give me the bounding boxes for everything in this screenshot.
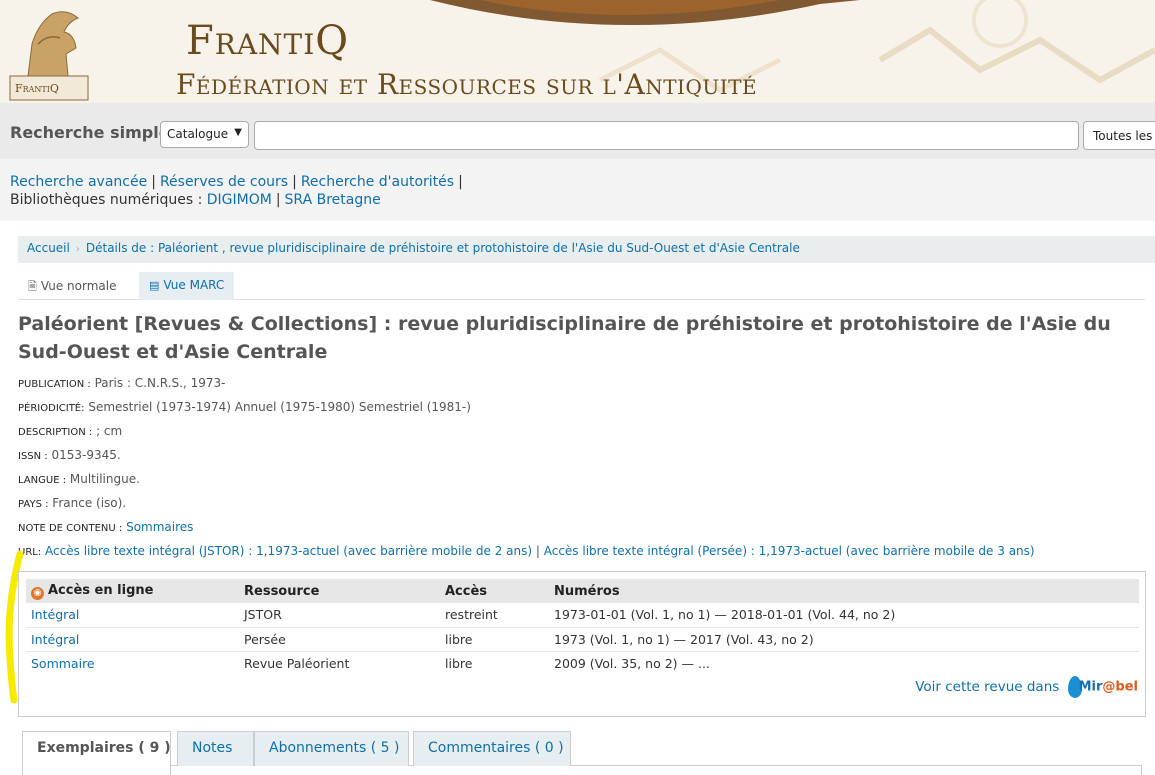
digital-libraries-label: Bibliothèques numériques :	[10, 192, 203, 208]
field-value: Multilingue.	[69, 472, 140, 486]
table-cell: JSTOR	[239, 603, 440, 628]
field-language: Langue : Multilingue.	[18, 472, 140, 486]
field-issn: ISSN : 0153-9345.	[18, 448, 121, 462]
field-value: Semestriel (1973-1974) Annuel (1975-1980…	[88, 400, 471, 414]
tab-subscriptions[interactable]: Abonnements ( 5 )	[254, 731, 409, 766]
contents-link[interactable]: Sommaires	[126, 520, 193, 534]
column-header: Ressource	[239, 579, 440, 603]
search-label: Recherche simple	[10, 123, 170, 142]
field-value: 0153-9345.	[51, 448, 121, 462]
catalog-select-value: Catalogue	[167, 127, 229, 141]
view-tabs: 🗎 Vue normale ▤ Vue MARC	[18, 272, 1145, 300]
field-publication: Publication : Paris : C.N.R.S., 1973-	[18, 376, 225, 390]
mirabel-logo-part: Mir	[1078, 679, 1103, 695]
table-cell: libre	[440, 627, 549, 652]
table-cell: Sommaire	[26, 651, 239, 675]
mirabel-link[interactable]: Voir cette revue dans Mir@bel	[915, 676, 1138, 698]
table-header-row: ◉ Accès en ligne Ressource Accès Numéros	[26, 579, 1139, 603]
field-value: Paris : C.N.R.S., 1973-	[94, 376, 226, 390]
table-cell: 2009 (Vol. 35, no 2) — ...	[554, 655, 710, 671]
sra-bretagne-link[interactable]: SRA Bretagne	[285, 192, 381, 208]
breadcrumb-home[interactable]: Accueil	[27, 241, 70, 255]
mirabel-logo: Mir@bel	[1067, 676, 1138, 698]
column-header-label: Accès en ligne	[48, 582, 154, 598]
breadcrumb-current[interactable]: Détails de : Paléorient , revue pluridis…	[86, 241, 800, 255]
table-cell: 1973 (Vol. 1, no 1) — 2017 (Vol. 43, no …	[549, 627, 1139, 652]
site-banner: FrantiQ FrantiQ Fédération et Ressources…	[0, 0, 1155, 103]
persee-access-link[interactable]: Accès libre texte intégral (Persée) : 1,…	[544, 544, 1035, 558]
field-label: Publication :	[18, 379, 91, 390]
field-description: Description : ; cm	[18, 424, 122, 438]
field-label: ISSN :	[18, 451, 48, 462]
search-bar: Recherche simple Catalogue ▼ Toutes les …	[0, 103, 1155, 159]
field-label: Description :	[18, 427, 93, 438]
online-access-table: ◉ Accès en ligne Ressource Accès Numéros …	[26, 579, 1139, 675]
table-cell: Intégral	[26, 603, 239, 628]
authority-search-link[interactable]: Recherche d'autorités	[301, 174, 454, 190]
table-cell: 1973-01-01 (Vol. 1, no 1) — 2018-01-01 (…	[549, 603, 1139, 628]
field-periodicity: Périodicité: Semestriel (1973-1974) Annu…	[18, 400, 471, 414]
table-row: Sommaire Revue Paléorient libre 2009 (Vo…	[26, 651, 1139, 675]
table-cell: Persée	[239, 627, 440, 652]
quick-links: Recherche avancée | Réserves de cours | Rech…	[0, 159, 1155, 221]
tab-normal-view[interactable]: 🗎 Vue normale	[18, 272, 127, 300]
site-title: FrantiQ	[186, 18, 350, 64]
tab-panel	[22, 765, 1142, 775]
breadcrumb: Accueil › Détails de : Paléorient , revue …	[18, 236, 1155, 263]
digimom-link[interactable]: DIGIMOM	[207, 192, 272, 208]
url-separator: |	[535, 544, 540, 558]
access-link[interactable]: Intégral	[31, 632, 79, 647]
field-label: Périodicité:	[18, 403, 85, 414]
logo-label: FrantiQ	[15, 82, 59, 95]
tab-notes[interactable]: Notes	[177, 731, 254, 766]
site-subtitle: Fédération et Ressources sur l'Antiquité	[176, 68, 758, 101]
field-url: URL: Accès libre texte intégral (JSTOR) …	[18, 544, 1035, 558]
access-link[interactable]: Sommaire	[31, 656, 95, 671]
record-title: Paléorient [Revues & Collections] : revu…	[18, 313, 1111, 363]
online-access-box: ◉ Accès en ligne Ressource Accès Numéros …	[18, 571, 1146, 717]
table-cell: Revue Paléorient	[244, 655, 350, 671]
access-link[interactable]: Intégral	[31, 607, 79, 622]
table-cell: restreint	[440, 603, 549, 628]
column-header: Numéros	[549, 579, 1139, 603]
breadcrumb-separator-icon: ›	[75, 244, 80, 255]
mirabel-link-text: Voir cette revue dans	[915, 679, 1060, 695]
list-icon: ▤	[149, 279, 160, 292]
tab-normal-view-label: Vue normale	[40, 279, 117, 293]
field-country: Pays : France (iso).	[18, 496, 126, 510]
field-label: Note de contenu :	[18, 523, 123, 534]
chevron-down-icon: ▼	[234, 127, 242, 138]
catalog-select[interactable]: Catalogue ▼	[160, 121, 249, 148]
field-value: ; cm	[96, 424, 123, 438]
table-cell: libre	[445, 655, 473, 671]
online-access-icon: ◉	[31, 586, 44, 600]
course-reserves-link[interactable]: Réserves de cours	[160, 174, 288, 190]
column-header: ◉ Accès en ligne	[26, 579, 239, 603]
tab-marc-view-label: Vue MARC	[163, 278, 225, 292]
field-label: Langue :	[18, 475, 67, 486]
mirabel-logo-part: @bel	[1102, 679, 1138, 695]
search-input[interactable]	[254, 121, 1079, 150]
field-label: Pays :	[18, 499, 49, 510]
advanced-search-link[interactable]: Recherche avancée	[10, 174, 147, 190]
table-cell: Intégral	[26, 627, 239, 652]
table-row: Intégral Persée libre 1973 (Vol. 1, no 1…	[26, 627, 1139, 652]
column-header: Accès	[440, 579, 549, 603]
tab-comments[interactable]: Commentaires ( 0 )	[413, 731, 571, 766]
document-icon: 🗎	[28, 280, 37, 293]
table-row: Intégral JSTOR restreint 1973-01-01 (Vol…	[26, 603, 1139, 628]
tab-marc-view[interactable]: ▤ Vue MARC	[139, 272, 235, 300]
field-value: France (iso).	[52, 496, 127, 510]
jstor-access-link[interactable]: Accès libre texte intégral (JSTOR) : 1,1…	[45, 544, 532, 558]
field-contents-note: Note de contenu : Sommaires	[18, 520, 193, 534]
library-scope-select[interactable]: Toutes les bibliothèques	[1083, 121, 1155, 150]
